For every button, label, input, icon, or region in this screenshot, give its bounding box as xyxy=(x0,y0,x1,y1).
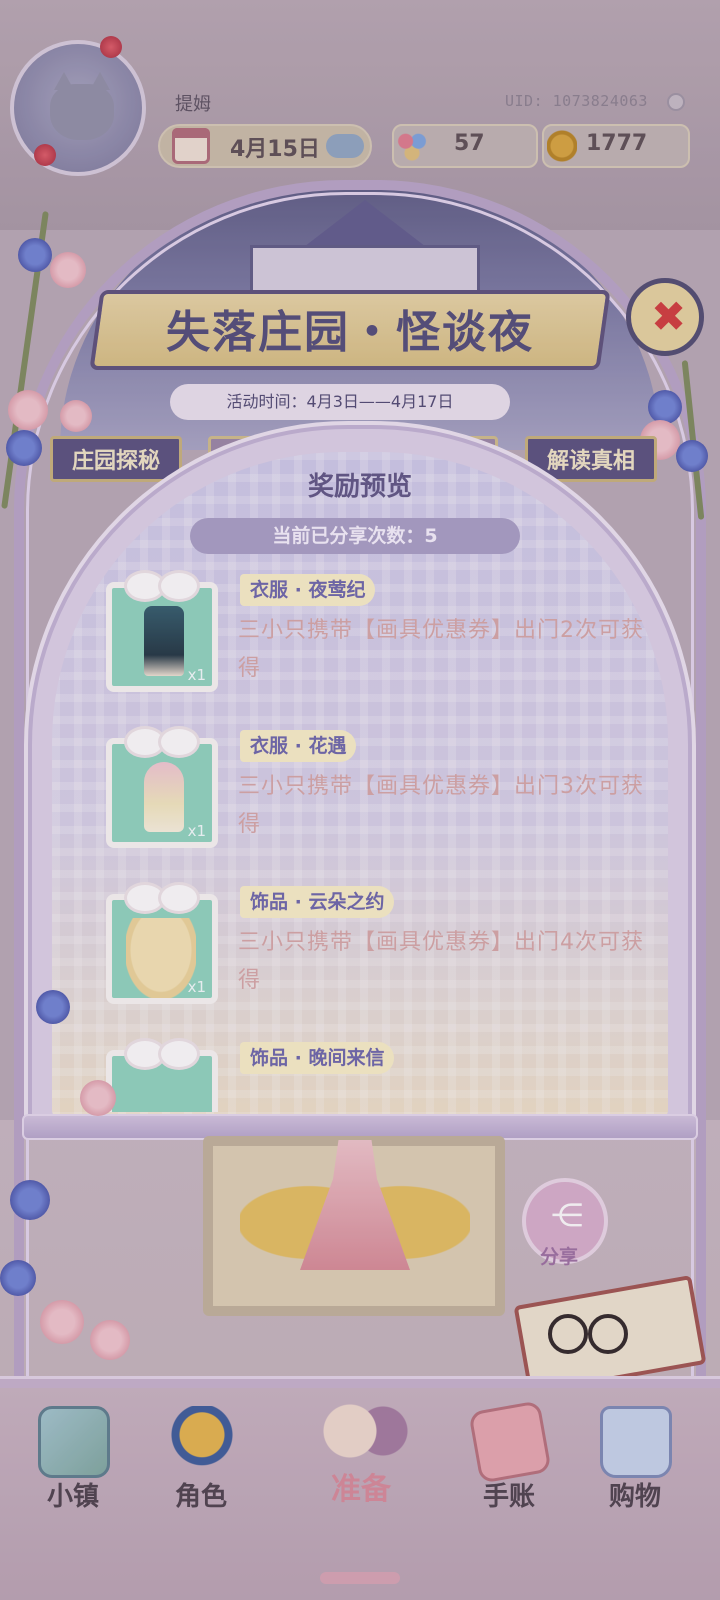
reward-name: 饰品 · 云朵之约 xyxy=(240,886,395,918)
coin-count: 1777 xyxy=(586,131,648,156)
reward-description: 三小只携带【画具优惠券】出门2次可获得 xyxy=(238,618,644,681)
cat-avatar-icon xyxy=(50,72,114,140)
player-name: 提姆 xyxy=(175,94,211,115)
gem-count: 57 xyxy=(454,131,485,156)
journal-icon xyxy=(468,1400,552,1484)
list-item: x1 衣服 · 花遇 三小只携带【画具优惠券】出门3次可获得 xyxy=(52,718,668,868)
nav-label: 小镇 xyxy=(46,1482,99,1512)
map-icon xyxy=(38,1406,110,1478)
list-item: x1 衣服 · 夜莺纪 三小只携带【画具优惠券】出门2次可获得 xyxy=(52,562,668,712)
nav-item-character[interactable]: 角色 xyxy=(146,1396,256,1536)
bow-icon xyxy=(124,880,200,914)
reward-description: 三小只携带【画具优惠券】出门4次可获得 xyxy=(238,930,644,993)
reward-name: 饰品 · 晚间来信 xyxy=(240,1042,395,1074)
event-title: 失落庄园・怪谈夜 xyxy=(166,307,534,358)
current-date: 4月15日 xyxy=(230,137,320,162)
item-quantity: x1 xyxy=(187,666,206,684)
nav-label: 手账 xyxy=(482,1482,535,1512)
panel-title: 奖励预览 xyxy=(307,472,412,502)
weather-cloud-icon xyxy=(326,134,364,158)
bow-icon xyxy=(124,568,200,602)
outfit-icon xyxy=(144,762,184,832)
activity-time: 活动时间：4月3日——4月17日 xyxy=(170,384,510,420)
player-uid: UID: 1073824063 xyxy=(505,92,648,110)
close-button[interactable]: ✖ xyxy=(626,278,704,356)
gem-icon xyxy=(396,130,428,162)
character-icon xyxy=(166,1406,238,1478)
mansion-roof xyxy=(300,200,430,250)
share-label: 分享 xyxy=(540,1246,579,1268)
close-icon: ✖ xyxy=(651,292,687,341)
list-item: 饰品 · 晚间来信 xyxy=(52,1030,668,1112)
flower-decoration xyxy=(648,390,682,424)
flower-decoration xyxy=(18,238,52,272)
hair-accessory-icon xyxy=(126,918,196,998)
nav-item-town[interactable]: 小镇 xyxy=(18,1396,128,1536)
glasses-icon xyxy=(540,1310,630,1354)
flower-decoration xyxy=(50,252,86,288)
nav-item-prepare[interactable]: 准备 xyxy=(306,1396,416,1536)
share-count-badge: 当前已分享次数：5 xyxy=(190,518,520,554)
nav-item-journal[interactable]: 手账 xyxy=(454,1396,564,1536)
list-item: x1 饰品 · 云朵之约 三小只携带【画具优惠券】出门4次可获得 xyxy=(52,874,668,1024)
nav-label: 角色 xyxy=(174,1482,227,1512)
calendar-icon xyxy=(172,128,210,164)
home-indicator xyxy=(320,1572,400,1584)
flower-decoration xyxy=(36,990,70,1024)
copy-uid-icon[interactable] xyxy=(667,93,685,111)
rose-icon xyxy=(100,36,122,58)
nav-item-shop[interactable]: 购物 xyxy=(580,1396,690,1536)
nav-label: 准备 xyxy=(331,1472,391,1507)
flower-decoration xyxy=(0,1260,36,1296)
nav-label: 购物 xyxy=(608,1482,661,1512)
shopping-bag-icon xyxy=(600,1406,672,1478)
coin-icon xyxy=(547,130,577,162)
rose-icon xyxy=(34,144,56,166)
flower-decoration xyxy=(80,1080,116,1116)
flower-decoration xyxy=(676,440,708,472)
reward-description: 三小只携带【画具优惠券】出门3次可获得 xyxy=(238,774,644,837)
flower-decoration xyxy=(60,400,92,432)
item-quantity: x1 xyxy=(187,978,206,996)
flower-decoration xyxy=(6,430,42,466)
flower-decoration xyxy=(10,1180,50,1220)
bow-icon xyxy=(124,724,200,758)
flower-decoration xyxy=(40,1300,84,1344)
player-avatar[interactable] xyxy=(10,36,146,176)
outfit-icon xyxy=(144,606,184,676)
wardrobe-icon xyxy=(306,1396,416,1466)
reward-list[interactable]: x1 衣服 · 夜莺纪 三小只携带【画具优惠券】出门2次可获得 x1 衣服 · … xyxy=(52,562,668,1112)
flower-decoration xyxy=(8,390,48,430)
share-icon: ⋲ xyxy=(551,1196,583,1234)
item-quantity: x1 xyxy=(187,822,206,840)
flower-decoration xyxy=(90,1320,130,1360)
reward-name: 衣服 · 夜莺纪 xyxy=(240,574,376,606)
reward-name: 衣服 · 花遇 xyxy=(240,730,357,762)
bow-icon xyxy=(124,1036,200,1070)
